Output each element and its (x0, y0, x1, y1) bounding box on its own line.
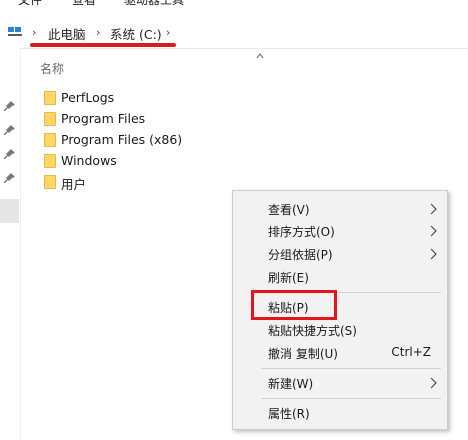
sort-ascending-icon[interactable] (256, 52, 264, 60)
menu-item-label: 新建(W) (268, 377, 314, 391)
menu-item-group-by[interactable]: 分组依据(P) (233, 243, 447, 265)
folder-icon (44, 133, 56, 147)
menu-item-new[interactable]: 新建(W) (233, 372, 447, 394)
chevron-right-icon (430, 225, 437, 237)
breadcrumb-drive-c[interactable]: 系统 (C:) (110, 24, 162, 43)
ribbon-tabs: 文件 查看 驱动器工具 (0, 0, 468, 8)
navigation-pane[interactable] (0, 48, 21, 440)
menu-divider (261, 368, 441, 369)
pin-icon[interactable] (4, 124, 16, 136)
context-menu: 查看(V) 排序方式(O) 分组依据(P) 刷新(E) 粘贴(P) 粘贴快捷方式… (232, 190, 448, 430)
annotation-highlight-box (251, 290, 337, 320)
menu-item-label: 分组依据(P) (268, 248, 333, 262)
menu-divider (261, 398, 441, 399)
pin-icon[interactable] (4, 100, 16, 112)
ribbon-tab-file[interactable]: 文件 (18, 0, 42, 8)
menu-item-label: 查看(V) (268, 203, 310, 217)
folder-icon (44, 175, 56, 189)
annotation-underline (30, 43, 176, 47)
folder-icon (44, 91, 56, 105)
file-name: Program Files (x86) (61, 132, 183, 147)
navigation-selected-item[interactable] (0, 199, 19, 223)
file-name: PerfLogs (61, 90, 115, 105)
menu-item-label: 属性(R) (268, 407, 310, 421)
menu-item-label: 刷新(E) (268, 271, 309, 285)
menu-item-view[interactable]: 查看(V) (233, 198, 447, 220)
menu-item-properties[interactable]: 属性(R) (233, 402, 447, 424)
chevron-right-icon (430, 203, 437, 215)
breadcrumb-separator-icon[interactable]: › (32, 26, 36, 39)
menu-item-paste-shortcut[interactable]: 粘贴快捷方式(S) (233, 319, 447, 341)
menu-item-label: 粘贴快捷方式(S) (268, 324, 357, 338)
file-name: 用户 (61, 177, 87, 192)
menu-item-label: 排序方式(O) (268, 225, 335, 239)
breadcrumb-this-pc[interactable]: 此电脑 (48, 24, 86, 43)
folder-icon (44, 154, 56, 168)
this-pc-icon (8, 27, 22, 36)
menu-item-undo-copy[interactable]: 撤消 复制(U) Ctrl+Z (233, 342, 447, 364)
folder-icon (44, 112, 56, 126)
menu-item-shortcut: Ctrl+Z (391, 345, 431, 359)
chevron-right-icon (430, 248, 437, 260)
file-name: Windows (61, 153, 117, 168)
ribbon-tab-view[interactable]: 查看 (72, 0, 96, 8)
breadcrumb-separator-icon[interactable]: › (166, 26, 170, 39)
ribbon-tab-drive-tools[interactable]: 驱动器工具 (124, 0, 184, 8)
column-header-name[interactable]: 名称 (40, 60, 64, 77)
chevron-right-icon (430, 377, 437, 389)
menu-item-refresh[interactable]: 刷新(E) (233, 266, 447, 288)
menu-item-sort-by[interactable]: 排序方式(O) (233, 220, 447, 242)
file-name: Program Files (61, 111, 146, 126)
pin-icon[interactable] (4, 172, 16, 184)
pin-icon[interactable] (4, 148, 16, 160)
breadcrumb-separator-icon[interactable]: › (96, 26, 100, 39)
menu-item-label: 撤消 复制(U) (268, 347, 338, 361)
